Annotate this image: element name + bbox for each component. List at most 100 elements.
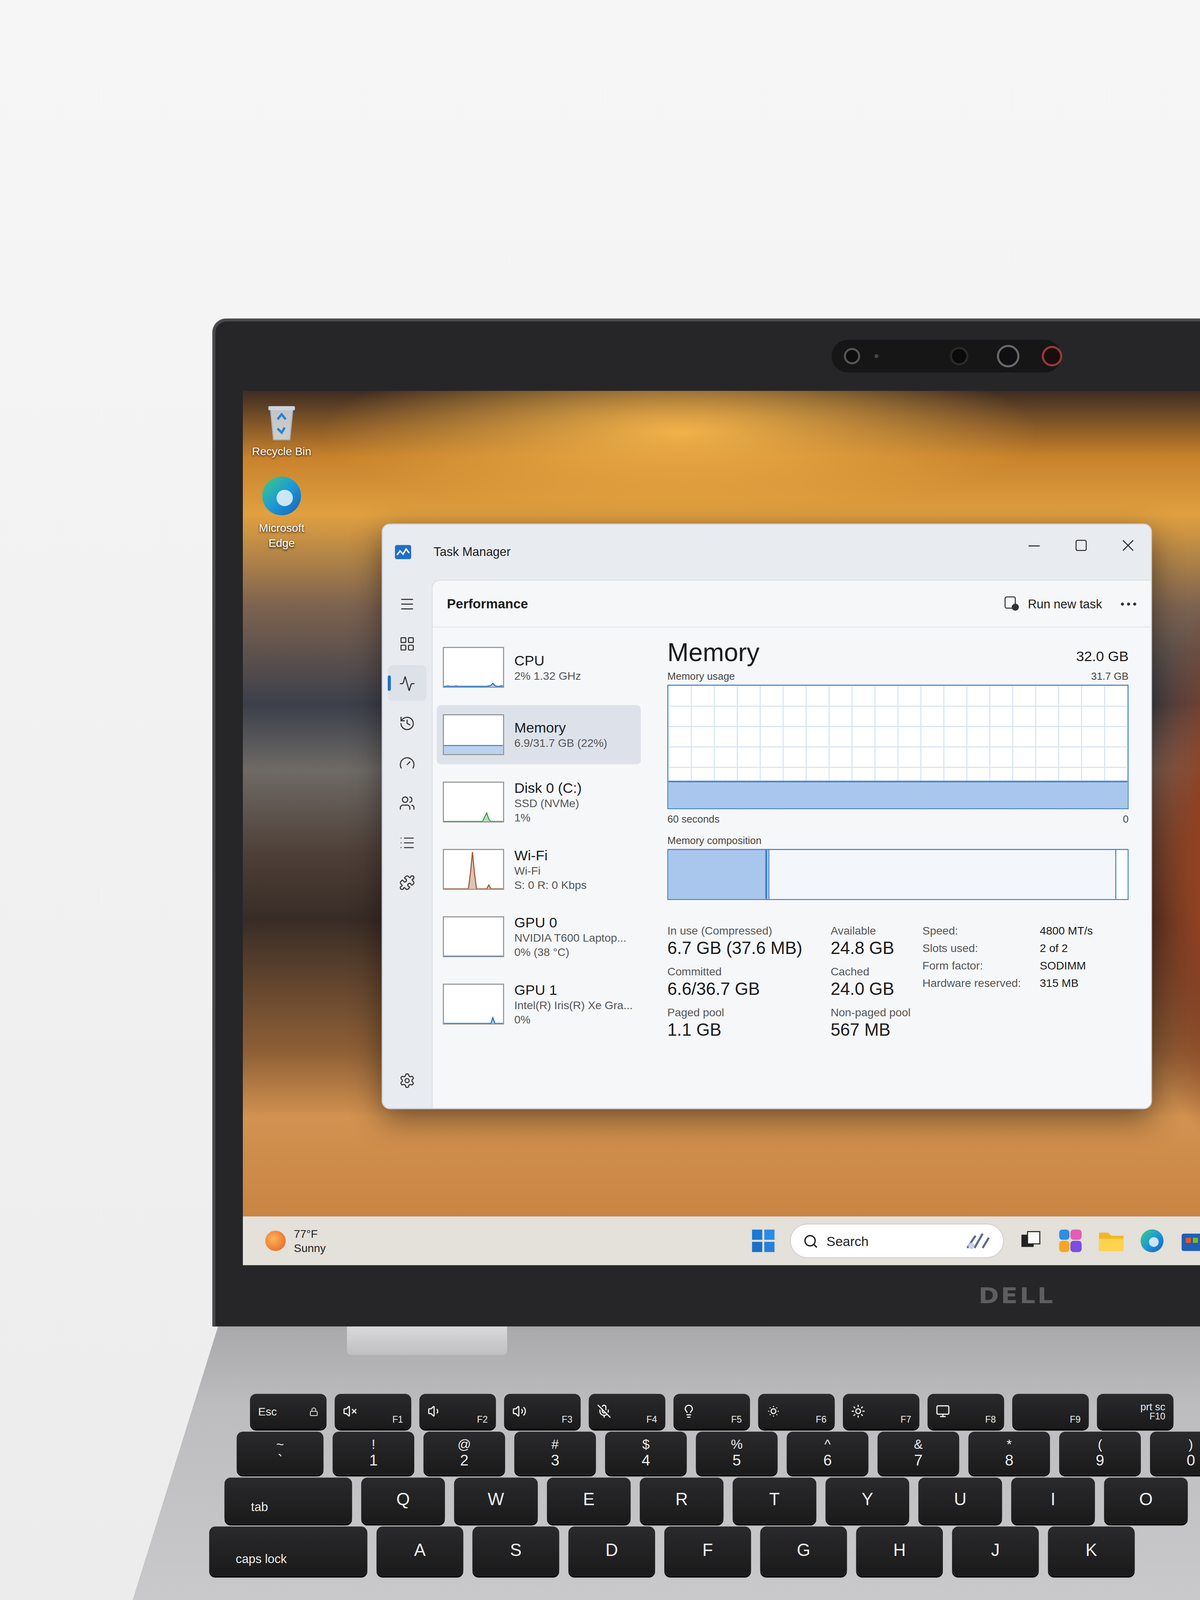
number-key[interactable]: ~` — [236, 1431, 324, 1475]
number-key[interactable]: $4 — [605, 1431, 687, 1475]
nav-item[interactable] — [387, 824, 427, 861]
copilot-icon[interactable] — [1057, 1227, 1084, 1254]
maximize-button[interactable] — [1057, 524, 1104, 566]
letter-key[interactable]: A — [376, 1526, 464, 1576]
resource-name: GPU 1 — [514, 981, 633, 998]
nav-item[interactable] — [387, 1062, 427, 1099]
letter-key[interactable]: G — [760, 1526, 848, 1576]
resource-text: GPU 1Intel(R) Iris(R) Xe Gra...0% — [514, 981, 633, 1027]
close-button[interactable] — [1103, 524, 1151, 566]
letter-key[interactable]: J — [951, 1526, 1039, 1576]
grid-line — [668, 746, 1128, 748]
usage-segment — [753, 780, 762, 783]
letter-key[interactable]: K — [1048, 1526, 1135, 1576]
nav-item[interactable] — [387, 864, 427, 900]
function-icon — [427, 1403, 442, 1419]
number-key[interactable]: (9 — [1059, 1431, 1141, 1475]
letter-key[interactable]: I — [1011, 1477, 1095, 1524]
panel-header: Performance Run new task — [432, 580, 1151, 628]
usage-segment — [800, 780, 809, 783]
resource-item[interactable]: Wi-FiWi-FiS: 0 R: 0 Kbps — [436, 839, 641, 899]
nav-item[interactable] — [387, 744, 427, 781]
number-key[interactable]: #3 — [514, 1431, 597, 1475]
letter-key[interactable]: H — [855, 1526, 943, 1576]
usage-segment — [932, 780, 941, 783]
desktop-icon[interactable]: Recycle Bin — [242, 401, 321, 460]
letter-key[interactable]: R — [639, 1477, 724, 1524]
letter-key[interactable]: D — [568, 1526, 656, 1576]
run-task-button[interactable]: Run new task — [1004, 596, 1102, 612]
stat-value: 6.6/36.7 GB — [667, 979, 831, 1000]
function-key[interactable]: F9 — [1012, 1394, 1089, 1429]
more-icon[interactable] — [1120, 601, 1137, 606]
search-box[interactable]: Search — [789, 1223, 1004, 1258]
number-key[interactable]: &7 — [877, 1431, 960, 1475]
function-key[interactable]: F7 — [842, 1394, 920, 1429]
usage-segment — [792, 780, 801, 783]
nav-item[interactable] — [387, 784, 427, 821]
taskbar: 77°FSunny Search — [242, 1216, 1200, 1266]
stat: Paged pool1.1 GB — [667, 1005, 831, 1041]
graph-area — [444, 813, 504, 822]
letter-key[interactable]: S — [472, 1526, 560, 1576]
function-key[interactable]: F1 — [334, 1394, 412, 1429]
letter-key[interactable]: E — [546, 1477, 631, 1524]
start-icon[interactable] — [751, 1228, 776, 1254]
usage-segment — [761, 780, 770, 783]
function-key[interactable]: F4 — [588, 1394, 666, 1429]
number-key[interactable]: @2 — [423, 1431, 506, 1475]
usage-segment — [847, 780, 856, 783]
function-key[interactable]: F2 — [419, 1394, 497, 1429]
number-key[interactable]: )0 — [1150, 1431, 1200, 1475]
function-key[interactable]: F3 — [503, 1394, 581, 1429]
window-title: Task Manager — [433, 544, 1011, 560]
letter-key[interactable]: Y — [825, 1477, 910, 1524]
letter-key[interactable]: F — [664, 1526, 752, 1576]
resource-thumbnail — [442, 781, 504, 823]
function-key[interactable]: F8 — [927, 1394, 1004, 1429]
resource-item[interactable]: Memory6.9/31.7 GB (22%) — [436, 705, 641, 765]
weather-widget[interactable]: 77°FSunny — [265, 1226, 737, 1256]
graph-line — [444, 683, 504, 687]
resource-item[interactable]: CPU2% 1.32 GHz — [436, 637, 641, 697]
memory-detail: Memory32.0 GBMemory usage31.7 GB60 secon… — [667, 637, 1129, 1108]
usage-segment — [1057, 780, 1066, 783]
tab-key[interactable]: tab — [224, 1477, 352, 1524]
memory-usage-chart — [668, 685, 1128, 809]
letter-key[interactable]: U — [918, 1477, 1002, 1524]
desktop-icon[interactable]: Microsoft Edge — [242, 473, 321, 551]
number-key[interactable]: !1 — [332, 1431, 415, 1475]
ir-camera-icon — [950, 346, 969, 366]
resource-item[interactable]: Disk 0 (C:)SSD (NVMe)1% — [436, 772, 641, 832]
grid-line — [668, 705, 1128, 707]
mini-graph — [444, 715, 504, 755]
services-icon — [398, 873, 416, 891]
nav-item[interactable] — [387, 625, 427, 662]
resource-item[interactable]: GPU 0NVIDIA T600 Laptop...0% (38 °C) — [436, 907, 641, 967]
usage-segment — [855, 780, 864, 783]
resource-item[interactable]: GPU 1Intel(R) Iris(R) Xe Gra...0% — [436, 974, 641, 1034]
number-key[interactable]: %5 — [696, 1431, 778, 1475]
letter-key[interactable]: W — [453, 1477, 538, 1524]
caps-key[interactable]: caps lock — [209, 1526, 368, 1576]
function-key[interactable]: F5 — [673, 1394, 750, 1429]
nav-item[interactable] — [387, 585, 427, 622]
letter-key[interactable]: T — [732, 1477, 817, 1524]
function-key[interactable]: F6 — [758, 1394, 835, 1429]
letter-key[interactable]: Q — [361, 1477, 445, 1524]
number-key[interactable]: ^6 — [786, 1431, 869, 1475]
function-icon — [596, 1403, 612, 1419]
minimize-button[interactable] — [1010, 524, 1058, 566]
spec-label: Hardware reserved: — [922, 976, 1041, 989]
panel-title: Performance — [446, 596, 528, 612]
nav-item[interactable] — [387, 665, 427, 702]
esc-key[interactable]: Esc — [250, 1394, 327, 1429]
letter-key[interactable]: O — [1103, 1477, 1188, 1524]
store-icon[interactable] — [1179, 1228, 1200, 1254]
number-key[interactable]: *8 — [968, 1431, 1050, 1475]
task-view-icon[interactable] — [1018, 1228, 1043, 1254]
nav-item[interactable] — [387, 705, 427, 741]
print-screen-key[interactable]: prt scF10 — [1096, 1394, 1174, 1429]
usage-segment — [956, 780, 965, 783]
file-explorer-icon[interactable] — [1098, 1228, 1125, 1254]
